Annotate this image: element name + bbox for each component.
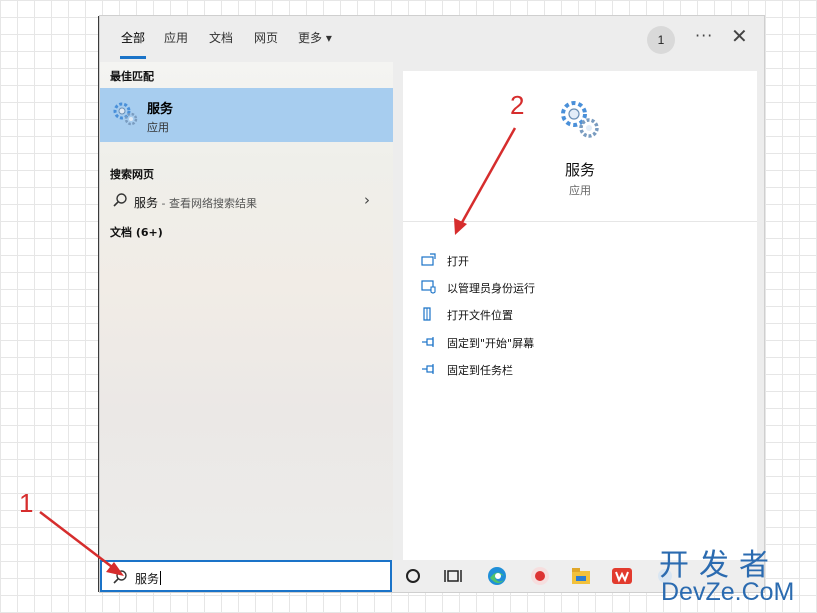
best-match-subtitle: 应用 [147,121,169,134]
wps-icon[interactable] [611,565,633,587]
tab-more[interactable]: 更多 ▾ [298,29,332,46]
action-label: 打开 [447,255,469,268]
search-icon [113,193,127,207]
action-label: 以管理员身份运行 [447,282,535,295]
action-label: 打开文件位置 [447,309,513,322]
gears-icon [113,102,138,126]
close-icon[interactable]: ✕ [731,24,748,48]
search-input[interactable]: 服务 [100,560,392,592]
best-match-item[interactable]: 服务 应用 [100,88,393,142]
action-pin-to-start[interactable]: 固定到"开始"屏幕 [421,333,721,353]
best-match-title: 服务 [147,102,174,117]
pin-icon [422,364,434,374]
action-pin-to-taskbar[interactable]: 固定到任务栏 [421,360,721,380]
edge-icon[interactable] [486,565,508,587]
chevron-right-icon[interactable]: › [364,191,370,209]
web-search-result[interactable]: 服务 - 查看网络搜索结果 › [100,190,393,212]
divider [403,221,757,222]
tab-apps[interactable]: 应用 [164,29,188,46]
more-options-icon[interactable]: ··· [695,26,713,45]
results-pane: 最佳匹配 服务 应用 搜索网页 服务 - 查看网络搜索结果 › 文档 (6+) [100,62,393,562]
web-search-suffix: - 查看网络搜索结果 [158,197,257,210]
action-open[interactable]: 打开 [421,251,721,271]
app-subtitle: 应用 [569,184,591,197]
file-explorer-icon[interactable] [570,565,592,587]
search-query: 服务 [135,570,162,587]
web-search-text: 服务 - 查看网络搜索结果 [134,194,257,211]
active-tab-indicator [120,56,146,59]
shield-run-icon [421,280,436,294]
best-match-heading: 最佳匹配 [110,70,154,83]
app-title: 服务 [564,161,595,179]
open-icon [421,253,436,266]
recorder-icon[interactable] [529,565,551,587]
account-avatar[interactable]: 1 [647,26,675,54]
pin-icon [422,337,434,347]
tab-all[interactable]: 全部 [121,29,145,46]
web-search-heading: 搜索网页 [110,168,154,181]
search-value: 服务 [135,572,160,586]
watermark-domain: DevZe.CoM [661,578,795,606]
text-caret [160,571,162,585]
annotation-label-2: 2 [510,90,525,120]
file-location-icon [423,307,431,321]
documents-heading[interactable]: 文档 (6+) [110,224,163,240]
tab-web[interactable]: 网页 [254,29,278,46]
cortana-icon[interactable] [402,565,424,587]
action-label: 固定到"开始"屏幕 [447,337,535,350]
annotation-label-1: 1 [19,488,34,518]
action-open-file-location[interactable]: 打开文件位置 [421,305,721,325]
search-window: 全部 应用 文档 网页 更多 ▾ 1 ··· ✕ 最佳匹配 服务 应用 搜索网页 [100,16,764,592]
search-tabs-bar: 全部 应用 文档 网页 更多 ▾ 1 ··· ✕ [100,16,764,62]
action-run-as-admin[interactable]: 以管理员身份运行 [421,278,721,298]
search-icon [113,570,127,584]
action-label: 固定到任务栏 [447,364,513,377]
details-pane: 服务 应用 打开 以管理员身份运行 打开文件位置 固定到"开始"屏幕 固定到任务… [403,71,757,562]
web-search-term: 服务 [134,196,159,210]
gears-icon [561,101,599,138]
tab-documents[interactable]: 文档 [209,29,233,46]
task-view-icon[interactable] [442,565,464,587]
